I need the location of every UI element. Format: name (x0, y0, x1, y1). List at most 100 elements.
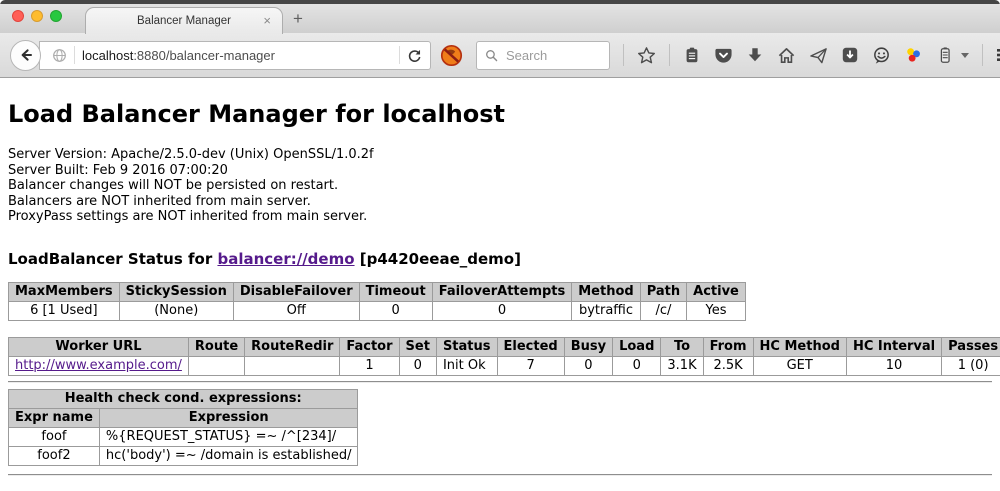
send-plane-icon (809, 46, 828, 65)
cell-from: 2.5K (703, 356, 753, 375)
column-header: Route (188, 337, 244, 356)
column-header: HC Interval (846, 337, 941, 356)
column-header: Busy (564, 337, 612, 356)
column-header: DisableFailover (233, 282, 359, 301)
reload-button[interactable] (407, 48, 422, 63)
globe-icon[interactable] (52, 48, 67, 63)
chat-extension-button[interactable] (872, 46, 891, 65)
column-header: Status (436, 337, 497, 356)
column-header: RouteRedir (245, 337, 340, 356)
column-header: HC Method (753, 337, 846, 356)
worker-url-link[interactable]: http://www.example.com/ (15, 358, 182, 373)
column-header: Factor (340, 337, 399, 356)
reload-icon (407, 48, 422, 63)
server-built-line: Server Built: Feb 9 2016 07:00:20 (8, 163, 992, 179)
cell-to: 3.1K (661, 356, 703, 375)
cell-maxmembers: 6 [1 Used] (9, 301, 120, 320)
status-prefix: LoadBalancer Status for (8, 250, 217, 268)
blocked-plugin-icon (440, 44, 463, 67)
menu-icon (996, 46, 1000, 64)
tab-balancer-manager[interactable]: Balancer Manager × (85, 7, 283, 34)
table-row: foof2 hc('body') =~ /domain is establish… (9, 446, 358, 465)
search-bar[interactable] (476, 41, 610, 70)
dropdown-caret-icon[interactable] (961, 53, 969, 58)
notice-line: Balancers are NOT inherited from main se… (8, 194, 992, 210)
menu-button[interactable] (996, 46, 1000, 64)
health-table-title: Health check cond. expressions: (9, 389, 358, 408)
cell-set: 0 (399, 356, 436, 375)
column-header: From (703, 337, 753, 356)
table-header-row: MaxMembers StickySession DisableFailover… (9, 282, 746, 301)
clipboard-icon (683, 46, 701, 64)
balancer-demo-link[interactable]: balancer://demo (217, 250, 354, 268)
close-window-button[interactable] (12, 10, 24, 22)
table-header-row: Worker URL Route RouteRedir Factor Set S… (9, 337, 1000, 356)
url-domain: localhost (82, 48, 133, 63)
save-square-icon (841, 46, 859, 64)
pocket-icon (714, 46, 733, 65)
divider (399, 46, 400, 64)
back-icon (18, 47, 34, 63)
tab-bar: Balancer Manager × + (0, 4, 1000, 33)
notice-line: ProxyPass settings are NOT inherited fro… (8, 209, 992, 225)
url-text[interactable]: localhost:8880/balancer-manager (82, 48, 392, 63)
downloads-button[interactable] (746, 46, 764, 64)
tab-close-icon[interactable]: × (263, 14, 271, 28)
cell-factor: 1 (340, 356, 399, 375)
cell-passes: 1 (0) (942, 356, 1000, 375)
home-button[interactable] (777, 46, 796, 65)
battery-extension-button[interactable] (936, 46, 954, 64)
cell-expression: %{REQUEST_STATUS} =~ /^[234]/ (99, 427, 358, 446)
page-content: Load Balancer Manager for localhost Serv… (0, 99, 1000, 476)
notice-line: Balancer changes will NOT be persisted o… (8, 178, 992, 194)
cell-disablefailover: Off (233, 301, 359, 320)
bookmark-star-icon (637, 46, 656, 65)
balancer-status-table: MaxMembers StickySession DisableFailover… (8, 282, 746, 321)
cell-stickysession: (None) (119, 301, 233, 320)
column-header: StickySession (119, 282, 233, 301)
url-path: :8880/balancer-manager (133, 48, 275, 63)
cell-elected: 7 (497, 356, 564, 375)
battery-icon (936, 46, 954, 64)
cell-active: Yes (687, 301, 746, 320)
back-button[interactable] (10, 40, 41, 71)
divider (982, 44, 983, 66)
cell-status: Init Ok (436, 356, 497, 375)
column-header: Method (572, 282, 640, 301)
cell-hc-method: GET (753, 356, 846, 375)
pocket-button[interactable] (714, 46, 733, 65)
divider (8, 474, 992, 476)
column-header: MaxMembers (9, 282, 120, 301)
cell-path: /c/ (640, 301, 686, 320)
cell-route (188, 356, 244, 375)
cell-timeout: 0 (359, 301, 432, 320)
blocked-content-button[interactable] (440, 44, 463, 67)
column-header: Passes (942, 337, 1000, 356)
send-tab-button[interactable] (809, 46, 828, 65)
minimize-window-button[interactable] (31, 10, 43, 22)
chat-smiley-icon (872, 46, 891, 65)
reading-list-button[interactable] (683, 46, 701, 64)
navigation-toolbar: localhost:8880/balancer-manager (0, 33, 1000, 78)
cell-expr-name: foof (9, 427, 100, 446)
download-icon (746, 46, 764, 64)
url-bar[interactable]: localhost:8880/balancer-manager (39, 41, 431, 70)
save-extension-button[interactable] (841, 46, 859, 64)
colored-dots-extension-button[interactable] (904, 46, 923, 65)
window-controls (12, 10, 62, 22)
divider (623, 44, 624, 66)
zoom-window-button[interactable] (50, 10, 62, 22)
bookmark-button[interactable] (637, 46, 656, 65)
page-title: Load Balancer Manager for localhost (8, 99, 992, 129)
cell-busy: 0 (564, 356, 612, 375)
tab-title: Balancer Manager (137, 15, 231, 27)
table-row: 6 [1 Used] (None) Off 0 0 bytraffic /c/ … (9, 301, 746, 320)
new-tab-button[interactable]: + (293, 9, 303, 29)
cell-hc-interval: 10 (846, 356, 941, 375)
cell-expr-name: foof2 (9, 446, 100, 465)
column-header: Set (399, 337, 436, 356)
search-input[interactable] (504, 47, 596, 64)
column-header: FailoverAttempts (432, 282, 572, 301)
divider (8, 381, 992, 383)
worker-status-table: Worker URL Route RouteRedir Factor Set S… (8, 337, 1000, 376)
